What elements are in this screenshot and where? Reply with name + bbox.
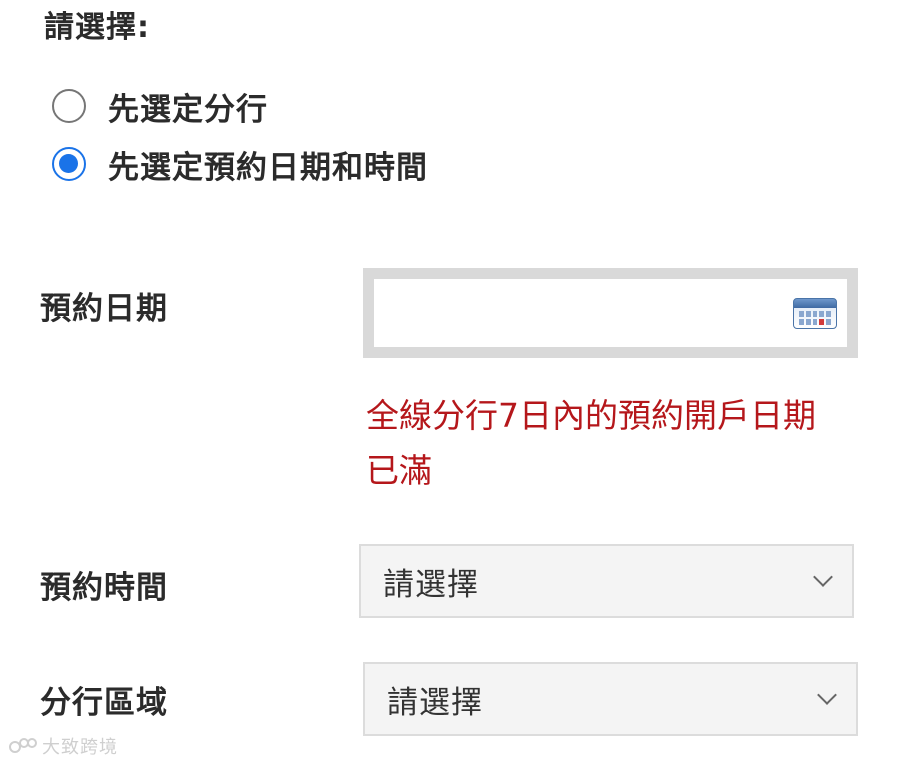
chevron-down-icon — [813, 567, 833, 587]
area-field-label: 分行區域 — [40, 685, 168, 721]
chevron-down-icon — [817, 685, 837, 705]
watermark-text: 大致跨境 — [42, 737, 118, 758]
watermark-logo-icon — [9, 738, 37, 753]
radio-option-branch-first[interactable]: 先選定分行 — [52, 86, 268, 128]
time-select[interactable]: 請選擇 — [359, 544, 854, 618]
calendar-icon[interactable] — [793, 298, 837, 329]
radio-button-unchecked[interactable] — [52, 89, 86, 123]
radio-button-checked[interactable] — [52, 147, 86, 181]
time-select-value: 請選擇 — [383, 566, 479, 603]
radio-option-date-first[interactable]: 先選定預約日期和時間 — [52, 144, 428, 186]
error-message: 全線分行7日內的預約開戶日期已滿 — [366, 396, 816, 490]
radio-label: 先選定預約日期和時間 — [108, 149, 428, 186]
branch-area-select-value: 請選擇 — [387, 684, 483, 721]
watermark: 大致跨境 — [8, 733, 118, 759]
date-field-label: 預約日期 — [40, 291, 168, 327]
date-input[interactable] — [374, 279, 798, 347]
page-heading: 請選擇: — [44, 10, 150, 45]
date-input-box[interactable] — [363, 268, 858, 358]
branch-area-select[interactable]: 請選擇 — [363, 662, 858, 736]
radio-label: 先選定分行 — [108, 91, 268, 128]
time-field-label: 預約時間 — [40, 570, 168, 606]
